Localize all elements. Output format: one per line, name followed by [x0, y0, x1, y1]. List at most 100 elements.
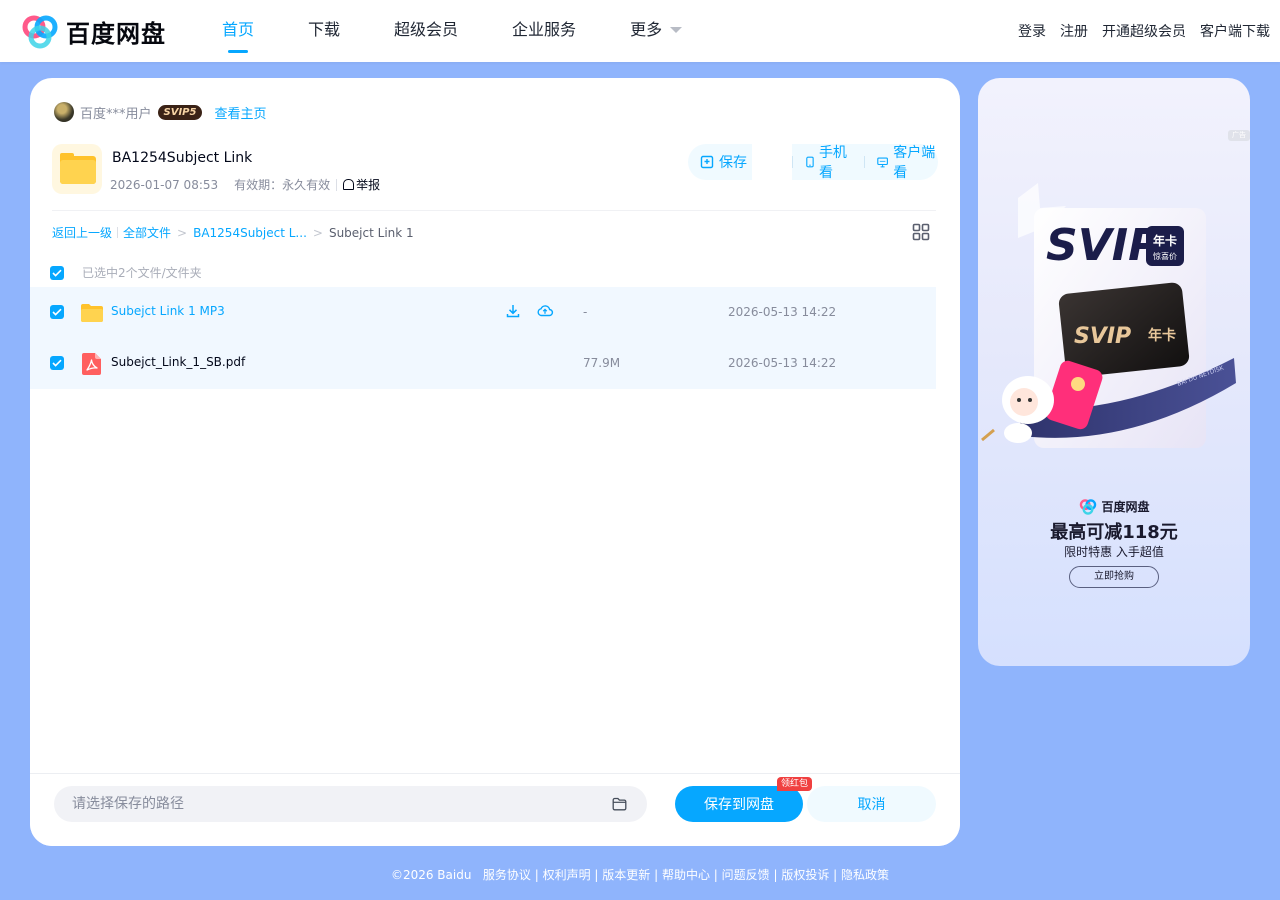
share-created-time: 2026-01-07 08:53	[110, 177, 219, 192]
check-icon	[52, 269, 62, 277]
nav-svip[interactable]: 超级会员	[394, 0, 458, 62]
ad-card-label: 年卡	[1153, 233, 1177, 248]
ad-subtitle: 限时特惠 入手超值	[1064, 545, 1164, 559]
ad-card-sub: 惊喜价	[1153, 251, 1177, 261]
ad-card-year: 年卡	[1148, 327, 1176, 344]
save-to-cloud-icon[interactable]	[536, 302, 554, 320]
download-icon[interactable]	[504, 302, 522, 320]
footer-link-privacy[interactable]: 隐私政策	[841, 868, 889, 882]
breadcrumb-current: Subejct Link 1	[328, 225, 414, 240]
client-view-button[interactable]: 客户端看	[877, 142, 938, 182]
client-view-label: 客户端看	[893, 145, 936, 181]
logo-icon	[1080, 498, 1097, 515]
svip-ad-banner[interactable]: 广告 SVIP 年卡 惊喜价 SVIP 年卡 BAI DU NETDISK 百度…	[978, 78, 1250, 666]
file-name[interactable]: Subejct Link 1 MP3	[111, 304, 225, 318]
sharer-homepage-link[interactable]: 查看主页	[214, 103, 266, 122]
footer-link-terms[interactable]: 服务协议	[483, 868, 531, 882]
register-link[interactable]: 注册	[1060, 21, 1088, 41]
cancel-button[interactable]: 取消	[807, 786, 936, 822]
sharer-info: 百度***用户 SVIP5 查看主页	[54, 102, 266, 122]
file-list: Subejct Link 1 MP3 - 2026-05-13 14:22 Su…	[30, 287, 936, 389]
select-all-row: 已选中2个文件/文件夹	[50, 264, 202, 281]
top-navigation-bar: 百度网盘 首页 下载 超级会员 企业服务 更多 登录 注册 开通超级会员 客户端…	[0, 0, 1280, 62]
report-button[interactable]: 举报	[343, 176, 380, 193]
ad-svip-title: SVIP	[1046, 220, 1160, 271]
client-download-link[interactable]: 客户端下载	[1200, 21, 1270, 41]
footer-link-rights[interactable]: 权利声明	[543, 868, 591, 882]
file-name[interactable]: Subejct_Link_1_SB.pdf	[111, 355, 245, 369]
ad-brand-text: 百度网盘	[1101, 500, 1150, 514]
ad-headline: 最高可减118元	[1050, 522, 1178, 543]
folder-outline-icon[interactable]	[612, 797, 627, 811]
alarm-icon	[343, 179, 355, 190]
footer: ©2026 Baidu 服务协议 | 权利声明 | 版本更新 | 帮助中心 | …	[390, 868, 890, 882]
save-path-bar: 保存到网盘 领红包 取消	[30, 773, 960, 846]
footer-link-help[interactable]: 帮助中心	[662, 868, 710, 882]
breadcrumb: 返回上一级 全部文件 > BA1254Subject L... > Subejc…	[52, 224, 414, 241]
folder-icon	[81, 304, 103, 322]
save-path-input[interactable]	[54, 786, 647, 822]
save-to-netdisk-button[interactable]: 保存到网盘	[675, 786, 803, 822]
open-svip-link[interactable]: 开通超级会员	[1102, 21, 1186, 41]
phone-icon	[806, 156, 814, 168]
svip-gift-illustration: SVIP 年卡 惊喜价 SVIP 年卡 BAI DU NETDISK	[981, 183, 1236, 448]
phone-view-button[interactable]: 手机看	[806, 142, 852, 182]
red-packet-badge: 领红包	[777, 777, 813, 791]
share-meta: 2026-01-07 08:53 有效期：永久有效 举报	[110, 176, 380, 193]
nav-more[interactable]: 更多	[630, 0, 683, 62]
caret-down-icon	[670, 26, 683, 33]
file-date: 2026-05-13 14:22	[728, 356, 837, 370]
file-size: 77.9M	[583, 356, 621, 370]
sharer-name: 百度***用户	[80, 106, 152, 122]
share-title: BA1254Subject Link	[112, 150, 253, 166]
breadcrumb-parent-folder[interactable]: BA1254Subject L...	[193, 226, 307, 240]
list-item[interactable]: Subejct Link 1 MP3 - 2026-05-13 14:22	[30, 287, 936, 338]
header-divider	[52, 210, 936, 211]
breadcrumb-separator: >	[177, 225, 188, 240]
footer-link-feedback[interactable]: 问题反馈	[722, 868, 770, 882]
baidu-netdisk-logo[interactable]: 百度网盘	[20, 14, 166, 49]
avatar[interactable]	[54, 102, 74, 122]
row-checkbox[interactable]	[50, 305, 64, 319]
phone-view-label: 手机看	[818, 145, 847, 181]
save-label: 保存	[719, 155, 747, 171]
file-date: 2026-05-13 14:22	[728, 305, 837, 319]
row-actions	[504, 302, 568, 320]
save-to-disk-icon	[700, 155, 714, 169]
view-options-group: 手机看 客户端看	[792, 142, 938, 182]
ad-buy-button[interactable]: 立即抢购	[1069, 566, 1159, 588]
share-header: BA1254Subject Link 2026-01-07 08:53 有效期：…	[52, 144, 942, 194]
nav-home[interactable]: 首页	[222, 0, 254, 62]
check-icon	[52, 308, 62, 316]
logo-icon	[22, 15, 58, 48]
breadcrumb-separator: >	[312, 225, 323, 240]
ad-card-svip: SVIP	[1074, 324, 1131, 349]
file-size: -	[583, 305, 588, 319]
report-label: 举报	[356, 178, 381, 192]
nav-more-label: 更多	[630, 20, 663, 39]
check-icon	[52, 359, 62, 367]
nav-download[interactable]: 下载	[308, 0, 340, 62]
ad-tag: 广告	[1228, 130, 1250, 141]
login-link[interactable]: 登录	[1018, 21, 1046, 41]
select-all-checkbox[interactable]	[50, 265, 64, 280]
nav-enterprise[interactable]: 企业服务	[512, 0, 576, 62]
footer-copyright: ©2026 Baidu	[390, 868, 472, 882]
list-item[interactable]: Subejct_Link_1_SB.pdf 77.9M 2026-05-13 1…	[30, 338, 936, 389]
main-nav: 首页 下载 超级会员 企业服务 更多	[222, 0, 736, 62]
share-card: 百度***用户 SVIP5 查看主页 BA1254Subject Link 20…	[30, 78, 960, 846]
breadcrumb-back[interactable]: 返回上一级	[52, 224, 112, 241]
selection-count: 已选中2个文件/文件夹	[82, 266, 202, 280]
row-checkbox[interactable]	[50, 356, 64, 370]
account-links: 登录 注册 开通超级会员 客户端下载	[1004, 0, 1270, 62]
monitor-icon	[877, 157, 889, 167]
ad-brand: 百度网盘	[978, 498, 1250, 515]
share-expiry: 有效期：永久有效	[234, 178, 331, 192]
grid-view-icon[interactable]	[912, 223, 930, 241]
footer-link-copyright[interactable]: 版权投诉	[781, 868, 829, 882]
svip-badge: SVIP5	[157, 104, 203, 120]
breadcrumb-all-files[interactable]: 全部文件	[123, 224, 171, 241]
footer-link-updates[interactable]: 版本更新	[602, 868, 650, 882]
save-button[interactable]: 保存	[688, 144, 752, 180]
folder-icon	[52, 144, 102, 194]
